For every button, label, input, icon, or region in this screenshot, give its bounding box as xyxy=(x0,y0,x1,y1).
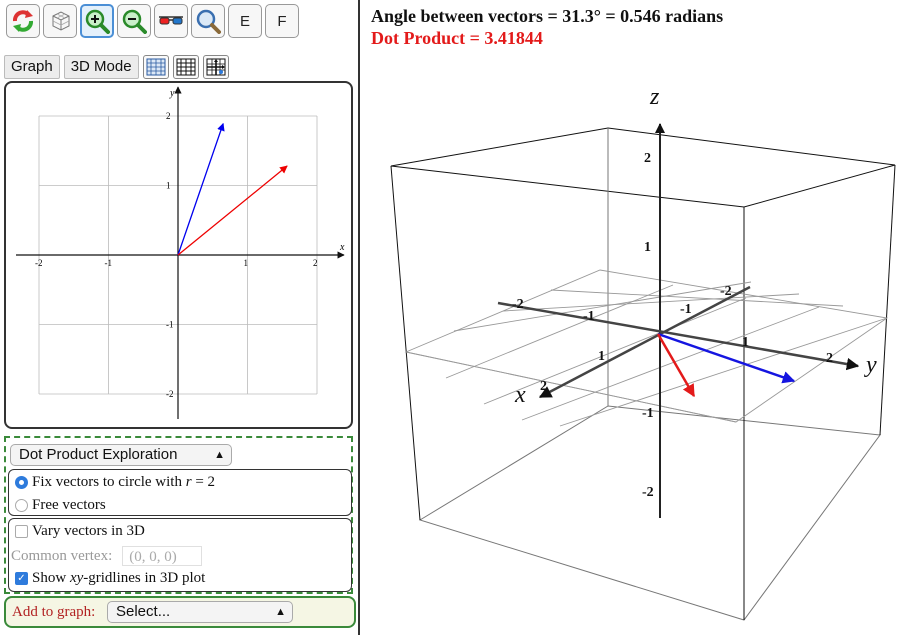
fix-vectors-label: Fix vectors to circle with r = 2 xyxy=(32,474,216,490)
z-tick-3d: -2 xyxy=(642,485,654,500)
grid-settings-button[interactable] xyxy=(142,55,169,79)
add-to-graph-bar: Add to graph: Select... ▲ xyxy=(4,596,356,628)
add-to-graph-select-value: Select... xyxy=(116,603,171,620)
reset-button[interactable] xyxy=(6,4,40,38)
z-axis-3d-label: z xyxy=(649,84,660,110)
x-tick-label: -2 xyxy=(35,258,43,268)
grid-icon xyxy=(176,58,196,76)
show-grid-option[interactable]: ✓ Show xy-gridlines in 3D plot xyxy=(15,570,205,587)
fix-vectors-option[interactable]: Fix vectors to circle with r = 2 xyxy=(15,474,215,491)
y-axis-label: y xyxy=(169,88,175,99)
vectors-2d xyxy=(177,122,288,256)
e-button[interactable]: E xyxy=(228,4,262,38)
y-tick-label: 1 xyxy=(166,181,171,191)
x-tick-label: 2 xyxy=(313,258,318,268)
x-tick-label: -1 xyxy=(105,258,113,268)
xy-gridlines xyxy=(404,269,889,427)
show-grid-label: Show xy-gridlines in 3D plot xyxy=(32,570,206,586)
right-panel: Angle between vectors = 31.3° = 0.546 ra… xyxy=(360,0,911,635)
vary-3d-label: Vary vectors in 3D xyxy=(32,523,145,539)
exploration-panel: Dot Product Exploration ▲ Fix vectors to… xyxy=(4,436,353,594)
exploration-select-value: Dot Product Exploration xyxy=(19,446,178,463)
blue-vector[interactable] xyxy=(177,122,225,256)
cube-grid-icon xyxy=(52,11,70,31)
blue-vector-3d xyxy=(657,332,796,384)
vector-mode-group: Fix vectors to circle with r = 2 Free ve… xyxy=(8,469,352,516)
grid-settings-icon xyxy=(146,58,166,76)
f-button[interactable]: F xyxy=(265,4,299,38)
zoom-in-icon xyxy=(85,9,110,34)
free-vectors-option[interactable]: Free vectors xyxy=(15,497,106,514)
common-vertex-label: Common vertex: xyxy=(11,547,113,564)
y-tick-3d: -1 xyxy=(583,309,595,324)
exploration-select[interactable]: Dot Product Exploration ▲ xyxy=(10,444,232,466)
y-tick-3d: -2 xyxy=(512,297,524,312)
y-axis-3d-label: y xyxy=(864,352,877,378)
magnifier-icon xyxy=(196,9,221,34)
y-tick-3d: 1 xyxy=(742,335,749,350)
x-axis-label: x xyxy=(339,242,345,253)
graph-2d-canvas[interactable]: x y -2 -1 1 2 2 1 -1 -2 xyxy=(6,83,351,427)
plot-3d[interactable]: z y x 2 1 -1 -2 -2 -1 1 2 -2 -1 1 2 xyxy=(360,0,911,635)
graph-tab[interactable]: Graph xyxy=(4,55,60,79)
z-tick-3d: 2 xyxy=(644,151,651,166)
add-to-graph-label: Add to graph: xyxy=(12,604,96,620)
x-tick-3d: -2 xyxy=(720,284,732,299)
3d-glasses-icon xyxy=(159,16,183,25)
reset-icon xyxy=(13,10,33,32)
x-tick-label: 1 xyxy=(244,258,249,268)
add-to-graph-select[interactable]: Select... ▲ xyxy=(107,601,293,623)
grid-toggle-button[interactable] xyxy=(172,55,199,79)
3d-mode-tab[interactable]: 3D Mode xyxy=(63,55,139,79)
anaglyph-button[interactable] xyxy=(154,4,188,38)
x-tick-3d: 1 xyxy=(598,349,605,364)
axes-3d xyxy=(497,123,860,518)
3d-options-group: Vary vectors in 3D Common vertex: (0, 0,… xyxy=(8,518,352,592)
select-arrow-icon: ▲ xyxy=(275,606,286,618)
3d-view-button[interactable] xyxy=(43,4,77,38)
common-vertex-row: Common vertex: (0, 0, 0) xyxy=(11,546,203,566)
axes-toggle-button[interactable] xyxy=(202,55,229,79)
fix-vectors-radio[interactable] xyxy=(15,476,28,489)
red-vector[interactable] xyxy=(177,165,288,256)
toolbar: E F xyxy=(6,4,299,40)
vary-3d-option[interactable]: Vary vectors in 3D xyxy=(15,523,145,540)
select-arrow-icon: ▲ xyxy=(214,449,225,461)
zoom-in-button[interactable] xyxy=(80,4,114,38)
free-vectors-radio[interactable] xyxy=(15,499,28,512)
vary-3d-checkbox[interactable] xyxy=(15,525,28,538)
left-panel: E F Graph 3D Mode x y -2 -1 1 2 2 1 -1 -… xyxy=(0,0,358,635)
show-grid-checkbox[interactable]: ✓ xyxy=(15,572,28,585)
x-tick-3d: -1 xyxy=(680,302,692,317)
free-vectors-label: Free vectors xyxy=(32,497,106,513)
common-vertex-input[interactable]: (0, 0, 0) xyxy=(122,546,203,566)
y-tick-label: -2 xyxy=(166,389,174,399)
z-tick-3d: -1 xyxy=(642,406,654,421)
zoom-fit-button[interactable] xyxy=(191,4,225,38)
z-tick-3d: 1 xyxy=(644,240,651,255)
mode-bar: Graph 3D Mode xyxy=(4,55,229,79)
zoom-out-icon xyxy=(122,9,147,34)
x-axis-3d-label: x xyxy=(514,382,526,408)
check-icon: ✓ xyxy=(17,573,26,584)
graph-2d[interactable]: x y -2 -1 1 2 2 1 -1 -2 xyxy=(4,81,353,429)
tick-labels-3d: 2 1 -1 -2 -2 -1 1 2 -2 -1 1 2 xyxy=(512,151,833,500)
zoom-out-button[interactable] xyxy=(117,4,151,38)
y-tick-label: -1 xyxy=(166,320,174,330)
y-tick-3d: 2 xyxy=(826,351,833,366)
x-tick-3d: 2 xyxy=(540,379,547,394)
y-tick-label: 2 xyxy=(166,111,171,121)
axes-grid-icon xyxy=(206,58,226,76)
